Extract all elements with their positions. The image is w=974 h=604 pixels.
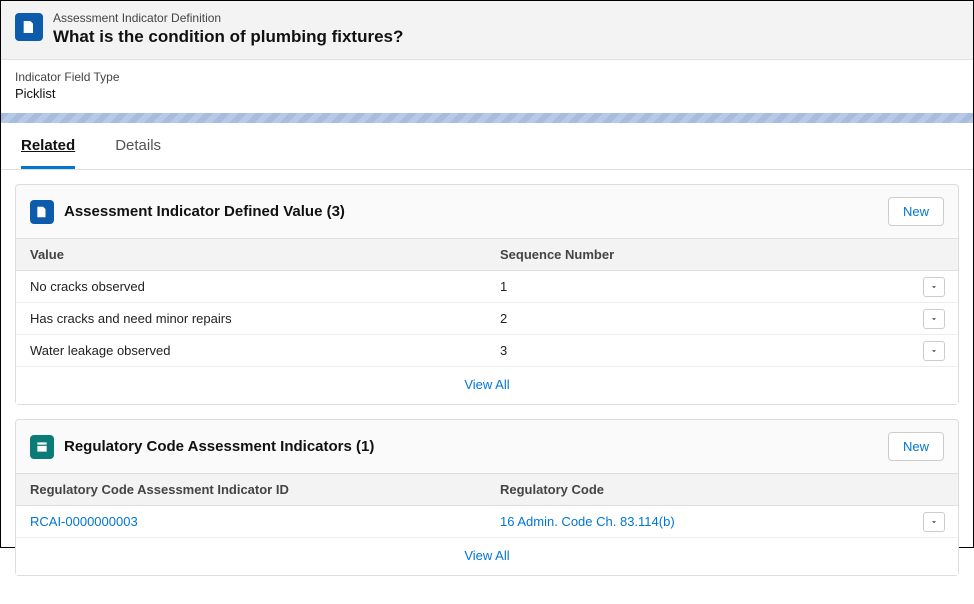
cell-value: Water leakage observed	[16, 335, 486, 366]
column-header-id: Regulatory Code Assessment Indicator ID	[16, 474, 486, 505]
content-area: Assessment Indicator Defined Value (3) N…	[1, 170, 973, 604]
page-title: What is the condition of plumbing fixtur…	[53, 27, 403, 47]
chevron-down-icon	[929, 314, 939, 324]
chevron-down-icon	[929, 282, 939, 292]
field-block: Indicator Field Type Picklist	[1, 60, 973, 113]
header-subtitle: Assessment Indicator Definition	[53, 11, 403, 25]
table-row: Water leakage observed 3	[16, 335, 958, 367]
header-text: Assessment Indicator Definition What is …	[53, 11, 403, 47]
table-row: No cracks observed 1	[16, 271, 958, 303]
chevron-down-icon	[929, 517, 939, 527]
column-header-value: Value	[16, 239, 486, 270]
defined-value-card: Assessment Indicator Defined Value (3) N…	[15, 184, 959, 405]
table-header-row: Value Sequence Number	[16, 238, 958, 271]
new-button[interactable]: New	[888, 432, 944, 461]
card-header: Assessment Indicator Defined Value (3) N…	[16, 185, 958, 238]
column-header-actions	[918, 239, 958, 270]
card-title: Regulatory Code Assessment Indicators (1…	[64, 438, 374, 455]
column-header-actions	[918, 474, 958, 505]
record-type-icon	[15, 13, 43, 41]
cell-sequence: 3	[486, 335, 918, 366]
regulatory-code-table: Regulatory Code Assessment Indicator ID …	[16, 473, 958, 538]
defined-value-icon	[30, 200, 54, 224]
field-value: Picklist	[15, 86, 959, 101]
row-action-button[interactable]	[923, 277, 945, 297]
new-button[interactable]: New	[888, 197, 944, 226]
cell-value: Has cracks and need minor repairs	[16, 303, 486, 334]
field-label: Indicator Field Type	[15, 70, 959, 84]
defined-value-table: Value Sequence Number No cracks observed…	[16, 238, 958, 367]
decorative-bar	[1, 113, 973, 123]
table-row: Has cracks and need minor repairs 2	[16, 303, 958, 335]
tab-bar: Related Details	[1, 123, 973, 170]
chevron-down-icon	[929, 346, 939, 356]
regulatory-code-card: Regulatory Code Assessment Indicators (1…	[15, 419, 959, 576]
cell-id-link[interactable]: RCAI-0000000003	[16, 506, 486, 537]
view-all-link[interactable]: View All	[16, 538, 958, 575]
page-header: Assessment Indicator Definition What is …	[1, 1, 973, 60]
regulatory-code-icon	[30, 435, 54, 459]
cell-sequence: 2	[486, 303, 918, 334]
table-row: RCAI-0000000003 16 Admin. Code Ch. 83.11…	[16, 506, 958, 538]
cell-sequence: 1	[486, 271, 918, 302]
cell-code-link[interactable]: 16 Admin. Code Ch. 83.114(b)	[486, 506, 918, 537]
view-all-link[interactable]: View All	[16, 367, 958, 404]
table-header-row: Regulatory Code Assessment Indicator ID …	[16, 473, 958, 506]
card-title: Assessment Indicator Defined Value (3)	[64, 203, 345, 220]
card-header: Regulatory Code Assessment Indicators (1…	[16, 420, 958, 473]
row-action-button[interactable]	[923, 512, 945, 532]
cell-value: No cracks observed	[16, 271, 486, 302]
tab-related[interactable]: Related	[21, 123, 75, 169]
tab-details[interactable]: Details	[115, 123, 161, 169]
column-header-sequence: Sequence Number	[486, 239, 918, 270]
row-action-button[interactable]	[923, 309, 945, 329]
row-action-button[interactable]	[923, 341, 945, 361]
column-header-code: Regulatory Code	[486, 474, 918, 505]
